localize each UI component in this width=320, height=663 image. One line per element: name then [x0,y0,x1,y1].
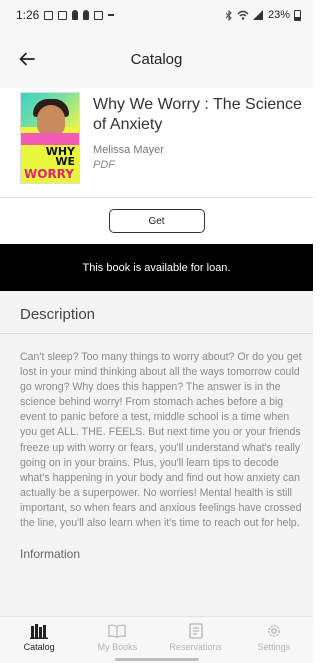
bottom-tab-bar: Catalog My Books Reservations Settings [0,616,313,663]
home-indicator[interactable] [115,658,199,661]
book-cover[interactable]: WHY WE WORRY [20,92,80,184]
gallery-notification-icon [44,10,54,20]
tab-settings[interactable]: Settings [235,617,313,663]
bluetooth-icon [225,9,232,21]
book-details: WHY WE WORRY Why We Worry : The Science … [0,88,313,198]
information-heading: Information [20,547,81,562]
book-format: PDF [93,159,115,171]
availability-text: This book is available for loan. [82,261,231,274]
description-body: Can't sleep? Too many things to worry ab… [20,351,302,530]
status-left: 1:26 [16,8,115,22]
book-info: Why We Worry : The Science of Anxiety Me… [93,88,305,198]
wifi-icon [237,10,249,20]
tab-my-books-label: My Books [97,642,138,652]
availability-banner: This book is available for loan. [0,244,313,291]
cover-title-art: WHY WE [46,146,75,167]
description-section[interactable]: Description Can't sleep? Too many things… [0,291,313,616]
book-title: Why We Worry : The Science of Anxiety [93,96,302,133]
description-divider [0,333,313,334]
get-button[interactable]: Get [108,209,205,233]
arrow-left-icon [19,52,35,66]
tab-reservations[interactable]: Reservations [157,617,235,663]
book-author[interactable]: Melissa Mayer [93,144,305,156]
tab-catalog[interactable]: Catalog [0,617,78,663]
status-bar: 1:26 23% [0,0,313,30]
person-notification-icon [83,10,90,20]
app-header: Catalog [0,30,313,88]
status-time: 1:26 [16,8,40,22]
gear-icon [265,623,283,639]
location-icon [72,10,79,20]
cover-band [21,133,79,145]
description-heading: Description [20,306,96,323]
tab-my-books[interactable]: My Books [78,617,156,663]
book-icon [108,623,127,639]
tab-settings-label: Settings [257,642,291,652]
battery-percent: 23% [267,9,290,21]
message-notification-icon [58,10,68,20]
page-title: Catalog [130,50,183,68]
status-right: 23% [225,9,301,21]
catalog-icon [30,623,49,639]
tab-reservations-label: Reservations [169,642,222,652]
reservations-icon [187,623,205,639]
back-button[interactable] [14,48,40,70]
cover-line3: WORRY [24,167,74,181]
signal-icon [252,10,263,20]
action-row: Get [0,198,313,244]
battery-icon [294,9,301,21]
screen-notification-icon [94,10,104,20]
tab-catalog-label: Catalog [23,642,55,652]
more-notifications-icon [108,14,115,16]
